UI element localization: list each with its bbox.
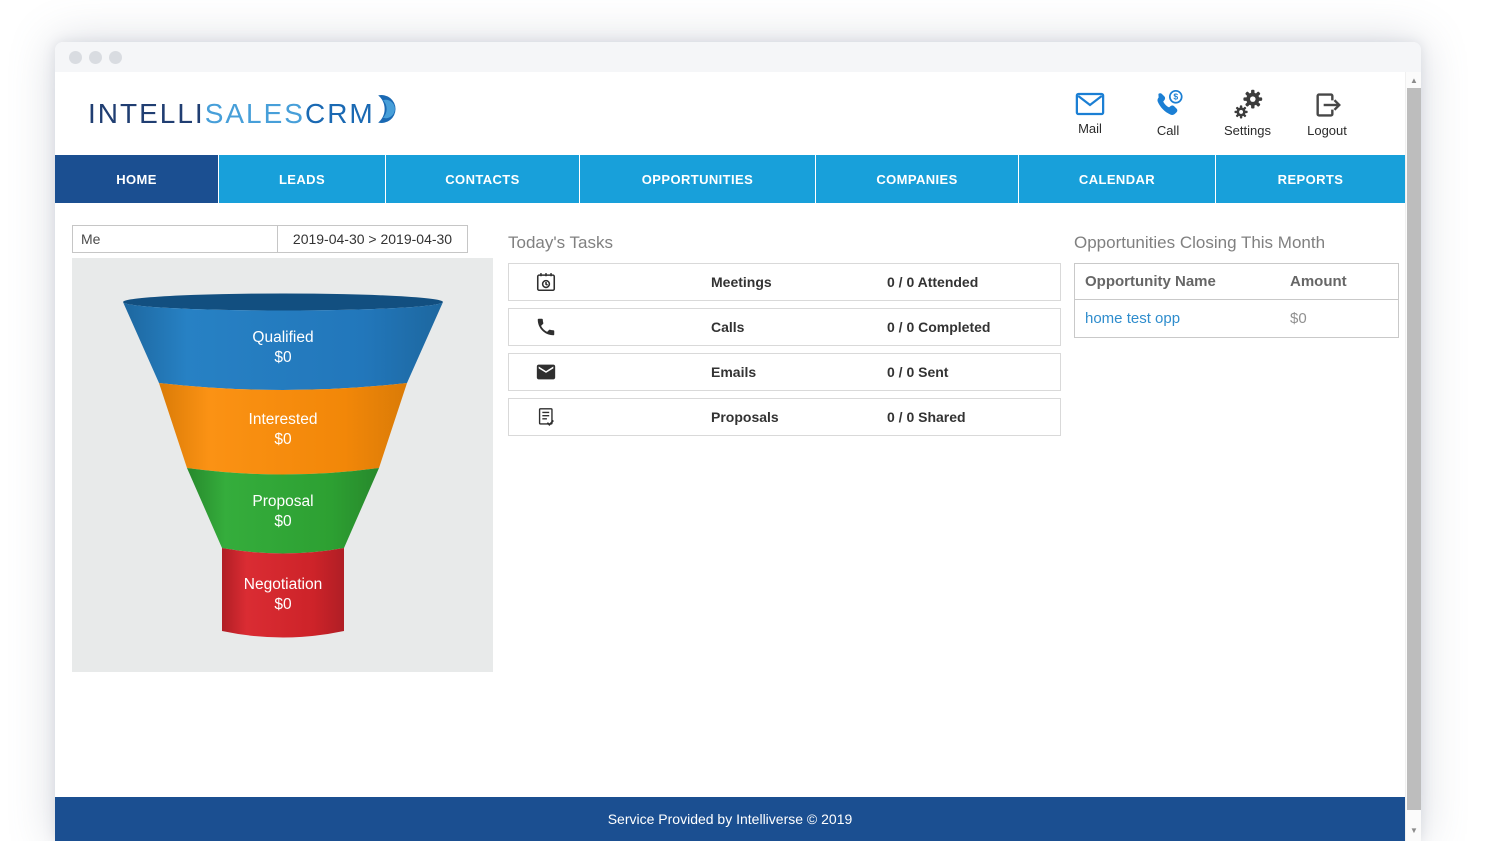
funnel-value: $0 (274, 513, 292, 530)
task-status: 0 / 0 Sent (887, 364, 949, 380)
window-control-dot[interactable] (69, 50, 82, 64)
proposal-document-icon (538, 408, 554, 427)
mail-action[interactable]: Mail (1068, 89, 1112, 136)
date-range-input[interactable] (278, 225, 468, 253)
task-status: 0 / 0 Shared (887, 409, 966, 425)
nav-item-calendar[interactable]: CALENDAR (1019, 155, 1216, 203)
funnel-top-ellipse (123, 293, 443, 311)
logo-text-sales: SALES (204, 97, 305, 129)
opportunities-section: Opportunities Closing This Month Opportu… (1074, 233, 1399, 338)
scrollbar-thumb[interactable] (1407, 88, 1421, 810)
screenshot-canvas: INTELLI SALES CRM Mail $ Call Settings L… (0, 0, 1500, 841)
table-row: home test opp $0 (1075, 300, 1398, 337)
funnel-value: $0 (274, 349, 292, 366)
browser-window: INTELLI SALES CRM Mail $ Call Settings L… (55, 42, 1421, 841)
opportunities-title: Opportunities Closing This Month (1074, 233, 1326, 252)
window-control-dot[interactable] (89, 50, 102, 64)
nav-label: HOME (116, 171, 157, 187)
task-label: Emails (711, 364, 757, 380)
call-label: Call (1156, 123, 1180, 138)
nav-item-home[interactable]: HOME (55, 155, 219, 203)
task-label: Proposals (711, 409, 779, 425)
task-status: 0 / 0 Attended (887, 274, 979, 290)
settings-icon (1233, 89, 1262, 119)
svg-text:$: $ (1173, 92, 1178, 102)
nav-label: LEADS (278, 171, 326, 187)
settings-action[interactable]: Settings (1224, 89, 1271, 138)
task-status: 0 / 0 Completed (887, 319, 991, 335)
app-footer: Service Provided by Intelliverse © 2019 (55, 797, 1405, 841)
nav-label: OPPORTUNITIES (641, 171, 754, 187)
task-row-proposals[interactable]: Proposals 0 / 0 Shared (508, 398, 1061, 436)
meeting-calendar-icon (536, 273, 556, 292)
logout-label: Logout (1307, 123, 1347, 138)
funnel-segment-interested[interactable] (159, 383, 407, 475)
funnel-label: Interested (249, 411, 318, 428)
funnel-segment-qualified[interactable] (123, 302, 443, 390)
window-control-dot[interactable] (109, 50, 122, 64)
phone-icon (537, 318, 555, 336)
nav-label: COMPANIES (876, 171, 958, 187)
settings-label: Settings (1224, 123, 1271, 138)
vertical-scrollbar[interactable]: ▲ ▼ (1405, 72, 1421, 841)
funnel-label: Qualified (252, 329, 313, 346)
opportunity-link[interactable]: home test opp (1085, 310, 1180, 327)
app-header: INTELLI SALES CRM Mail $ Call Settings L… (55, 72, 1405, 155)
funnel-label: Negotiation (244, 576, 322, 593)
opportunity-amount: $0 (1290, 310, 1307, 327)
scroll-up-arrow-icon[interactable]: ▲ (1406, 74, 1422, 88)
tasks-title: Today's Tasks (508, 233, 613, 252)
opportunities-table-header: Opportunity Name Amount (1075, 264, 1398, 300)
window-titlebar (55, 42, 1421, 72)
owner-filter-input[interactable] (72, 225, 278, 253)
logo-text-crm: CRM (304, 97, 375, 129)
sales-funnel-chart: Qualified $0 Interested $0 Proposal $0 N… (72, 258, 493, 672)
main-nav: HOME LEADS CONTACTS OPPORTUNITIES COMPAN… (55, 155, 1405, 203)
task-label: Meetings (711, 274, 772, 290)
nav-item-companies[interactable]: COMPANIES (816, 155, 1019, 203)
nav-item-reports[interactable]: REPORTS (1216, 155, 1405, 203)
task-label: Calls (711, 319, 745, 335)
logout-action[interactable]: Logout (1305, 89, 1349, 138)
nav-item-opportunities[interactable]: OPPORTUNITIES (580, 155, 816, 203)
call-icon: $ (1157, 89, 1183, 115)
funnel-segment-proposal[interactable] (187, 468, 379, 554)
call-action[interactable]: $ Call (1146, 89, 1190, 138)
column-header-amount: Amount (1290, 273, 1347, 290)
nav-item-contacts[interactable]: CONTACTS (386, 155, 580, 203)
scroll-down-arrow-icon[interactable]: ▼ (1406, 824, 1422, 838)
mail-label: Mail (1078, 121, 1102, 136)
opportunities-table: Opportunity Name Amount home test opp $0 (1074, 263, 1399, 338)
funnel-value: $0 (274, 431, 292, 448)
app-logo[interactable]: INTELLI SALES CRM (88, 94, 403, 130)
funnel-value: $0 (274, 596, 292, 613)
nav-item-leads[interactable]: LEADS (219, 155, 386, 203)
funnel-filters (72, 225, 468, 253)
header-actions: Mail $ Call Settings Logout (1068, 89, 1349, 138)
logo-text-intelli: INTELLI (88, 97, 205, 129)
task-row-emails[interactable]: Emails 0 / 0 Sent (508, 353, 1061, 391)
task-row-meetings[interactable]: Meetings 0 / 0 Attended (508, 263, 1061, 301)
nav-label: CALENDAR (1078, 171, 1156, 187)
todays-tasks-section: Today's Tasks Meetings 0 / 0 Attended Ca… (508, 233, 1061, 443)
mail-icon (1075, 92, 1105, 116)
column-header-name: Opportunity Name (1085, 273, 1216, 290)
logout-icon (1316, 93, 1341, 117)
envelope-icon (536, 364, 556, 380)
task-row-calls[interactable]: Calls 0 / 0 Completed (508, 308, 1061, 346)
nav-label: CONTACTS (445, 171, 520, 187)
nav-label: REPORTS (1277, 171, 1344, 187)
logo-swoosh-icon (377, 94, 396, 123)
dashboard-content: Qualified $0 Interested $0 Proposal $0 N… (55, 203, 1405, 797)
footer-text: Service Provided by Intelliverse © 2019 (607, 811, 853, 827)
funnel-label: Proposal (252, 493, 313, 510)
